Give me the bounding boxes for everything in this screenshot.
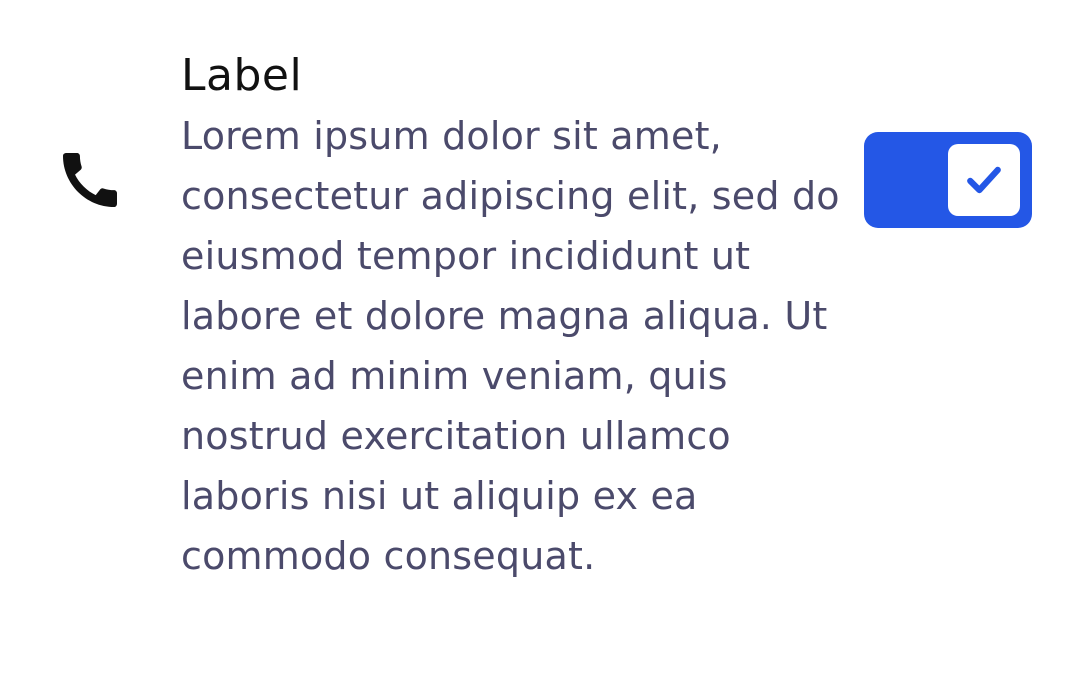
phone-icon bbox=[63, 153, 117, 207]
list-item-description: Lorem ipsum dolor sit amet, consectetur … bbox=[181, 114, 840, 578]
list-item-content: Label Lorem ipsum dolor sit amet, consec… bbox=[181, 46, 841, 586]
toggle-thumb bbox=[948, 144, 1020, 216]
toggle-switch[interactable] bbox=[864, 132, 1032, 228]
list-item-label: Label bbox=[181, 50, 303, 101]
check-icon bbox=[967, 166, 1001, 194]
list-item: Label Lorem ipsum dolor sit amet, consec… bbox=[0, 0, 1080, 684]
